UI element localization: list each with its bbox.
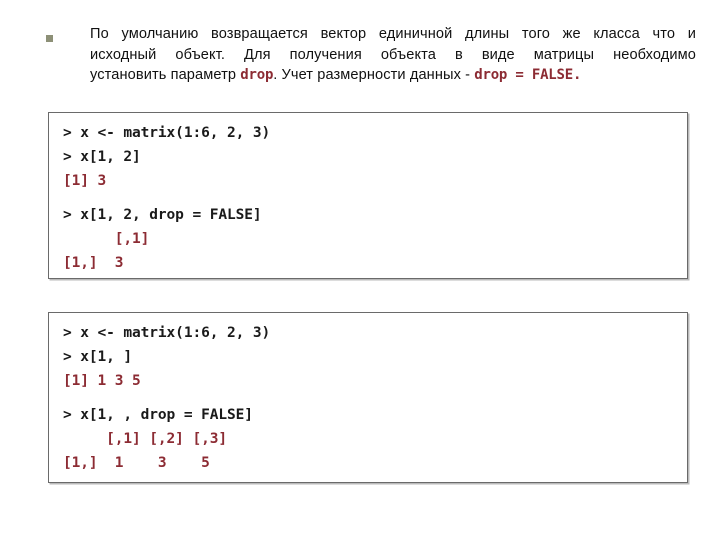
code-block-2: > x <- matrix(1:6, 2, 3) > x[1, ] [1] 1 3 … — [48, 312, 688, 483]
console-output-line: [,1] [,2] [,3] — [63, 431, 227, 447]
console-output-line: [1] 3 — [63, 173, 107, 189]
console-input-line: > x[1, , drop = FALSE] — [63, 407, 253, 423]
console-output-line: [,1] — [63, 231, 150, 247]
bullet-paragraph-text: По умолчанию возвращается вектор единичн… — [90, 24, 696, 86]
console-input-line: > x[1, ] — [63, 349, 133, 365]
bullet-line: исходный объект. Для получения объекта в… — [90, 45, 696, 66]
bullet-line: установить параметр drop. Учет размернос… — [90, 65, 696, 86]
console-input-line: > x <- matrix(1:6, 2, 3) — [63, 325, 271, 341]
inline-code-token: drop = FALSE. — [474, 67, 582, 83]
console-output-line: [1,] 3 — [63, 255, 124, 271]
code-block-1-lines: > x <- matrix(1:6, 2, 3) > x[1, 2] [1] 3 > … — [49, 113, 687, 275]
console-input-line: > x[1, 2, drop = FALSE] — [63, 207, 262, 223]
inline-code-token: drop — [240, 67, 274, 83]
bullet-line: По умолчанию возвращается вектор единичн… — [90, 24, 696, 45]
console-input-line: > x[1, 2] — [63, 149, 141, 165]
paragraph-text-run: По умолчанию возвращается вектор единичн… — [90, 26, 696, 42]
code-block-1: > x <- matrix(1:6, 2, 3) > x[1, 2] [1] 3 > … — [48, 112, 688, 279]
paragraph-text-run: исходный объект. Для получения объекта в… — [90, 46, 696, 63]
bullet-paragraph: По умолчанию возвращается вектор единичн… — [46, 24, 696, 86]
code-block-2-lines: > x <- matrix(1:6, 2, 3) > x[1, ] [1] 1 3 … — [49, 313, 687, 475]
console-output-line: [1] 1 3 5 — [63, 373, 141, 389]
paragraph-text-run: . Учет размерности данных - — [273, 67, 475, 83]
console-output-line: [1,] 1 3 5 — [63, 455, 210, 471]
console-input-line: > x <- matrix(1:6, 2, 3) — [63, 125, 271, 141]
paragraph-text-run: установить параметр — [90, 67, 241, 83]
square-bullet-icon — [46, 35, 53, 42]
